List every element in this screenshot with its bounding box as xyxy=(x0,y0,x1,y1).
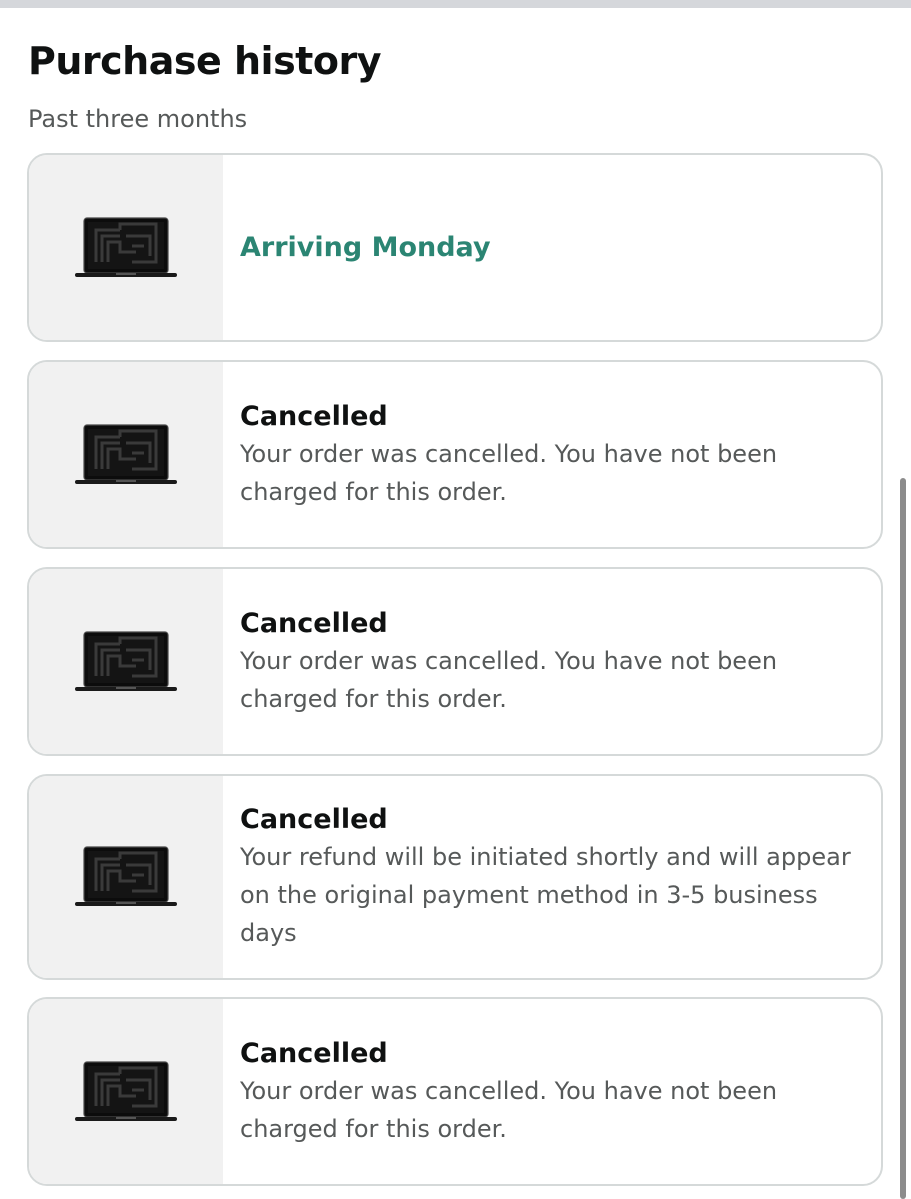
order-card[interactable]: Arriving Monday xyxy=(27,153,883,342)
order-card[interactable]: Cancelled Your refund will be initiated … xyxy=(27,774,883,980)
order-description: Your order was cancelled. You have not b… xyxy=(240,1076,778,1143)
order-description: Your order was cancelled. You have not b… xyxy=(240,439,778,506)
scrollbar[interactable] xyxy=(900,478,906,1199)
product-thumbnail xyxy=(29,155,223,340)
order-card[interactable]: Cancelled Your order was cancelled. You … xyxy=(27,567,883,756)
top-bar xyxy=(0,0,911,8)
laptop-icon xyxy=(75,1060,177,1121)
laptop-icon xyxy=(75,846,177,906)
product-thumbnail xyxy=(29,569,223,754)
product-thumbnail xyxy=(29,999,223,1184)
order-card[interactable]: Cancelled Your order was cancelled. You … xyxy=(27,997,883,1186)
order-description: Your order was cancelled. You have not b… xyxy=(240,646,778,713)
product-thumbnail xyxy=(29,362,223,547)
page-title: Purchase history xyxy=(28,39,381,83)
order-status: Cancelled xyxy=(240,804,388,835)
order-status: Cancelled xyxy=(240,607,388,639)
order-status: Cancelled xyxy=(240,1037,388,1069)
laptop-icon xyxy=(75,423,177,484)
order-card[interactable]: Cancelled Your order was cancelled. You … xyxy=(27,360,883,549)
order-status: Arriving Monday xyxy=(240,231,491,263)
order-status: Cancelled xyxy=(240,400,388,432)
page-subtitle: Past three months xyxy=(28,105,248,133)
product-thumbnail xyxy=(29,776,223,978)
laptop-icon xyxy=(75,630,177,691)
laptop-icon xyxy=(75,216,177,277)
order-description: Your refund will be initiated shortly an… xyxy=(240,843,851,947)
